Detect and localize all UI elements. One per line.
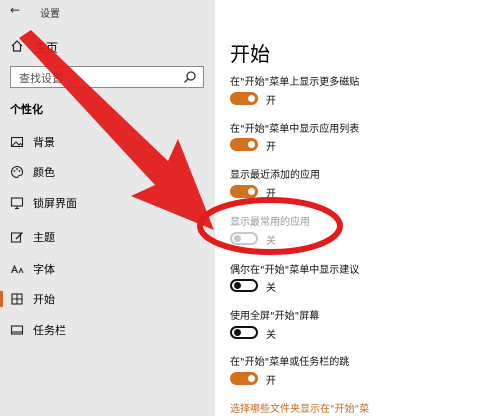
toggle-app-list[interactable] bbox=[230, 138, 258, 151]
toggle-knob bbox=[248, 375, 255, 382]
sidebar-item-label: 任务栏 bbox=[33, 324, 66, 337]
setting-label: 偶尔在"开始"菜单中显示建议 bbox=[230, 265, 360, 276]
toggle-state: 开 bbox=[266, 142, 276, 153]
sidebar-item-background[interactable]: 背景 bbox=[0, 128, 215, 156]
toggle-jump-lists[interactable] bbox=[230, 372, 258, 385]
toggle-state: 开 bbox=[266, 189, 276, 200]
toggle-recently-added[interactable] bbox=[230, 185, 258, 198]
window-title: 设置 bbox=[40, 9, 60, 20]
sidebar-item-taskbar[interactable]: 任务栏 bbox=[0, 316, 215, 344]
home-label[interactable]: 主页 bbox=[34, 39, 58, 56]
choose-folders-link[interactable]: 选择哪些文件夹显示在"开始"菜 bbox=[230, 400, 369, 415]
setting-label: 使用全屏"开始"屏幕 bbox=[230, 311, 320, 322]
setting-label: 在"开始"菜单中显示应用列表 bbox=[230, 124, 360, 135]
sidebar-item-label: 字体 bbox=[33, 263, 55, 276]
sidebar: ← 设置 主页 个性化 背景 颜色 锁屏界面 bbox=[0, 0, 215, 416]
sidebar-item-start[interactable]: 开始 bbox=[0, 285, 215, 313]
sidebar-item-lockscreen[interactable]: 锁屏界面 bbox=[0, 189, 215, 217]
toggle-state: 开 bbox=[266, 96, 276, 107]
toggle-knob bbox=[234, 329, 241, 336]
toggle-full-screen[interactable] bbox=[230, 326, 258, 339]
sidebar-item-themes[interactable]: 主题 bbox=[0, 223, 215, 251]
setting-label: 在"开始"菜单上显示更多磁贴 bbox=[230, 77, 360, 88]
sidebar-item-label: 背景 bbox=[33, 136, 55, 149]
monitor-icon bbox=[10, 197, 24, 210]
sidebar-item-label: 锁屏界面 bbox=[33, 197, 77, 210]
setting-label: 显示最常用的应用 bbox=[230, 217, 310, 228]
toggle-most-used[interactable] bbox=[230, 232, 258, 245]
picture-icon bbox=[10, 136, 24, 148]
sidebar-item-fonts[interactable]: 字体 bbox=[0, 255, 215, 283]
toggle-state: 关 bbox=[266, 330, 276, 341]
page-title: 开始 bbox=[230, 42, 270, 66]
toggle-state: 开 bbox=[266, 376, 276, 387]
sidebar-item-label: 主题 bbox=[33, 231, 55, 244]
sidebar-item-label: 开始 bbox=[33, 293, 55, 306]
sidebar-item-label: 颜色 bbox=[33, 166, 55, 179]
sidebar-item-colors[interactable]: 颜色 bbox=[0, 158, 215, 186]
toggle-state: 关 bbox=[266, 236, 276, 247]
toggle-state: 关 bbox=[266, 283, 276, 294]
font-icon bbox=[10, 264, 24, 274]
taskbar-icon bbox=[10, 325, 24, 335]
toggle-knob bbox=[248, 188, 255, 195]
toggle-suggestions[interactable] bbox=[230, 279, 258, 292]
section-title: 个性化 bbox=[10, 103, 43, 116]
setting-label: 显示最近添加的应用 bbox=[230, 170, 320, 181]
palette-icon bbox=[11, 165, 24, 179]
search-input[interactable] bbox=[17, 68, 181, 89]
toggle-knob bbox=[248, 95, 255, 102]
search-box[interactable] bbox=[10, 66, 204, 89]
back-arrow-icon[interactable]: ← bbox=[10, 3, 20, 17]
toggle-knob bbox=[248, 141, 255, 148]
search-icon[interactable] bbox=[183, 70, 197, 84]
home-icon bbox=[11, 40, 23, 52]
brush-icon bbox=[10, 232, 23, 243]
start-icon bbox=[11, 293, 23, 305]
toggle-more-tiles[interactable] bbox=[230, 92, 258, 105]
setting-label: 在"开始"菜单或任务栏的跳 bbox=[230, 357, 350, 368]
toggle-knob bbox=[234, 235, 241, 242]
toggle-knob bbox=[234, 282, 241, 289]
